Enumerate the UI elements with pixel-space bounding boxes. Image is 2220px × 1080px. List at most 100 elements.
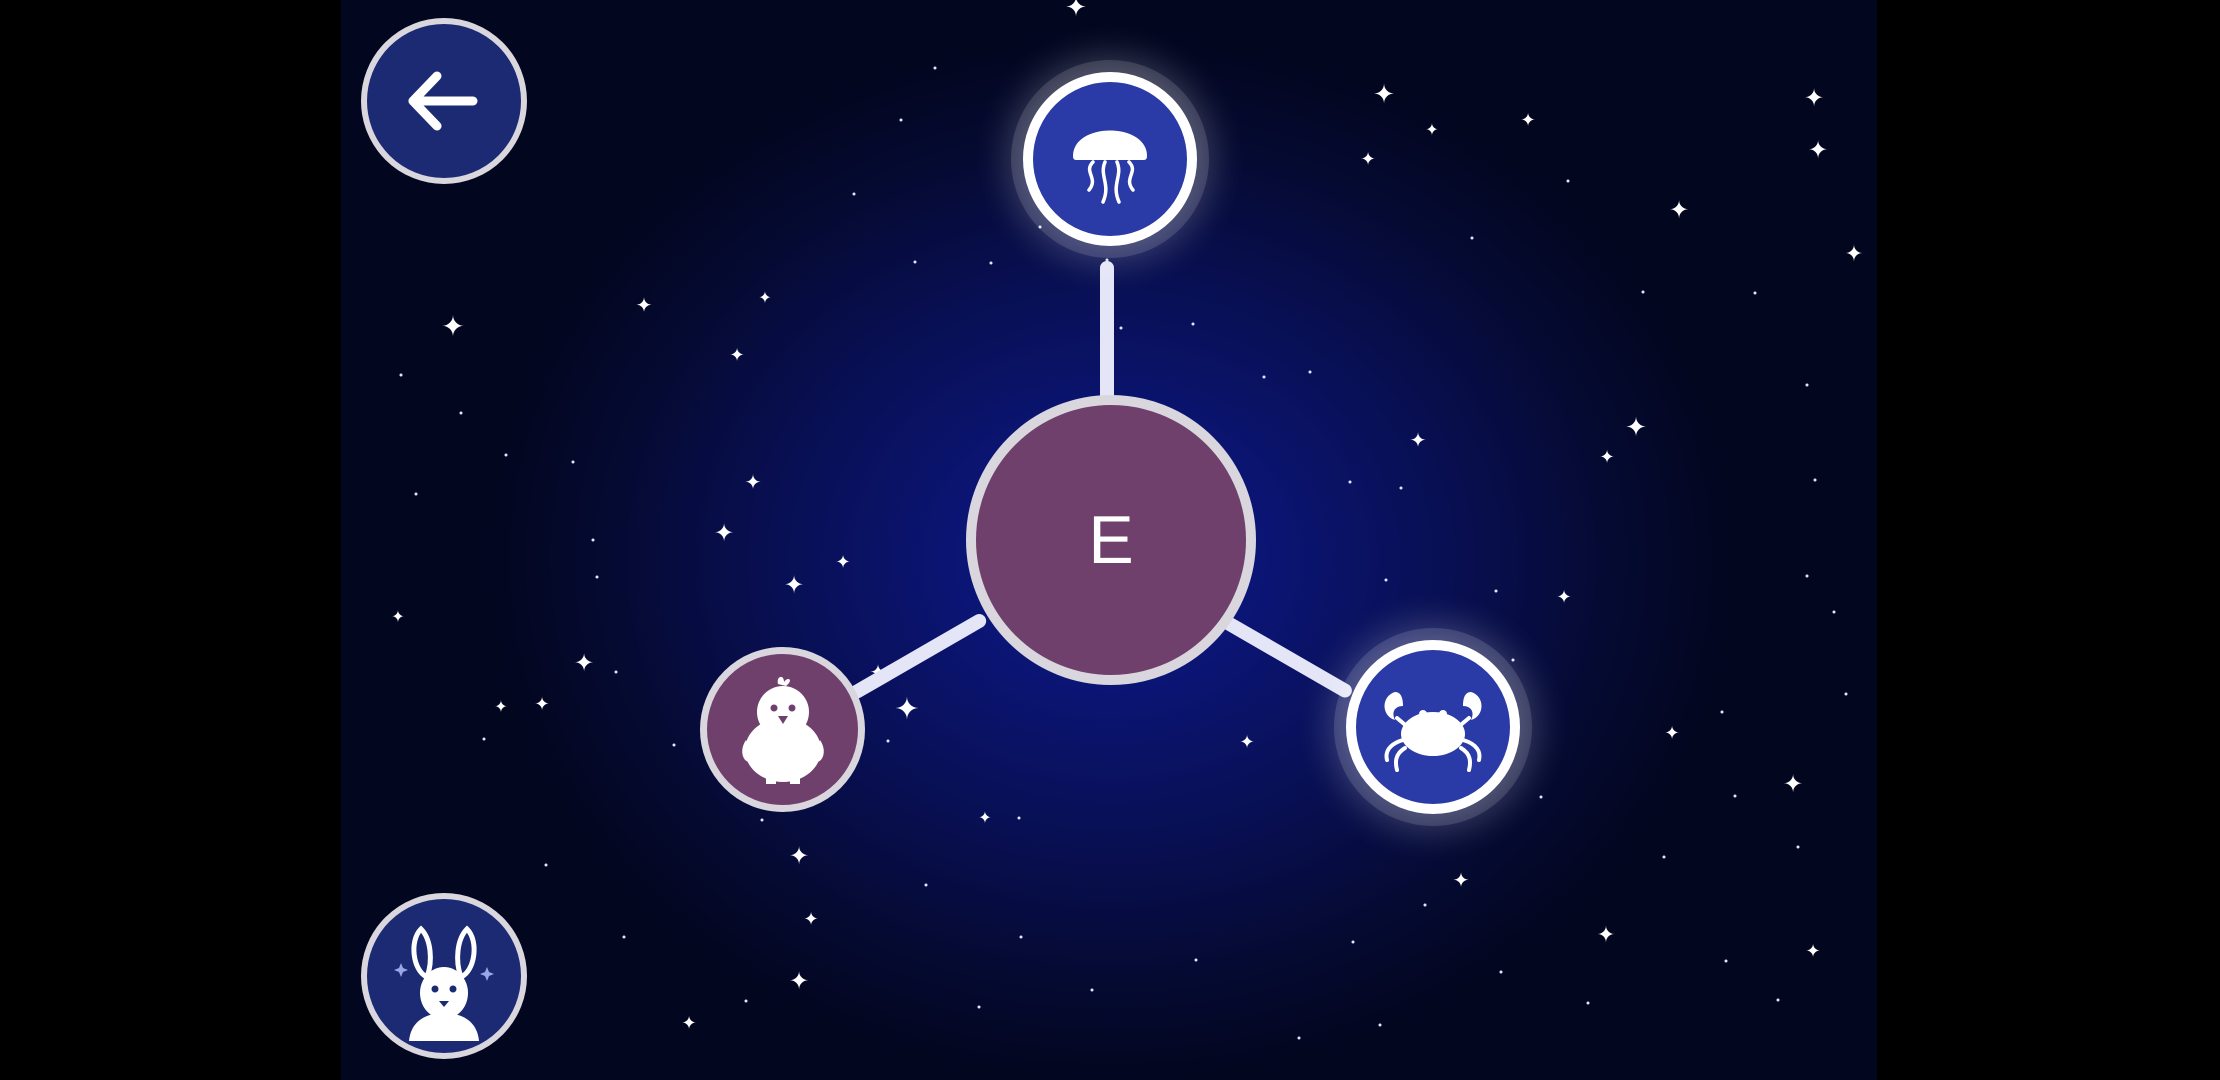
game-stage: ✦✦✦✦✦✦✦✦✦✦✦✦✦✦✦✦✦✦✦✦✦✦✦✦✦✦✦✦✦✦✦✦✦✦✦✦✦✦✦ … xyxy=(341,0,1877,1080)
star-dot xyxy=(414,492,418,496)
star-dot xyxy=(1384,578,1388,582)
star-dot xyxy=(1351,940,1355,944)
star-dot xyxy=(1805,383,1809,387)
star-sparkle-icon: ✦ xyxy=(573,649,595,677)
star-sparkle-icon: ✦ xyxy=(635,293,653,317)
edge-chick xyxy=(847,611,989,702)
star-dot xyxy=(614,670,618,674)
star-dot xyxy=(1019,935,1023,939)
star-sparkle-icon: ✦ xyxy=(978,808,992,827)
crab-icon xyxy=(1384,692,1482,772)
star-sparkle-icon: ✦ xyxy=(1360,149,1376,170)
star-dot xyxy=(459,411,463,415)
crab-node[interactable] xyxy=(1346,640,1520,814)
star-dot xyxy=(1724,959,1728,963)
jellyfish-node[interactable] xyxy=(1023,72,1197,246)
star-dot xyxy=(1511,658,1515,662)
star-dot xyxy=(1499,970,1503,974)
star-sparkle-icon: ✦ xyxy=(1625,413,1647,443)
star-dot xyxy=(1805,574,1809,578)
center-letter-node[interactable]: E xyxy=(966,395,1256,685)
star-dot xyxy=(899,118,903,122)
star-dot xyxy=(1038,225,1042,229)
star-sparkle-icon: ✦ xyxy=(1844,242,1864,267)
star-dot xyxy=(1308,370,1312,374)
star-dot xyxy=(1348,480,1352,484)
star-sparkle-icon: ✦ xyxy=(1805,941,1821,962)
edge-crab xyxy=(1217,612,1355,701)
chick-icon xyxy=(741,676,824,784)
star-dot xyxy=(1586,1001,1590,1005)
star-dot xyxy=(1832,610,1836,614)
star-sparkle-icon: ✦ xyxy=(1599,447,1615,468)
star-dot xyxy=(1844,692,1848,696)
star-dot xyxy=(1641,290,1645,294)
arrow-left-icon xyxy=(408,71,478,131)
star-dot xyxy=(1470,236,1474,240)
star-sparkle-icon: ✦ xyxy=(1409,428,1427,452)
star-dot xyxy=(1776,998,1780,1002)
star-dot xyxy=(1262,375,1266,379)
star-sparkle-icon: ✦ xyxy=(894,692,920,727)
star-dot xyxy=(1733,794,1737,798)
star-dot xyxy=(924,883,928,887)
star-sparkle-icon: ✦ xyxy=(713,519,735,547)
star-sparkle-icon: ✦ xyxy=(494,697,508,716)
chick-node[interactable] xyxy=(700,647,865,812)
star-dot xyxy=(1813,478,1817,482)
star-dot xyxy=(1539,795,1543,799)
star-dot xyxy=(1297,1036,1301,1040)
star-dot xyxy=(504,453,508,457)
star-sparkle-icon: ✦ xyxy=(1425,120,1439,139)
center-letter: E xyxy=(1088,502,1134,578)
star-dot xyxy=(1191,322,1195,326)
star-dot xyxy=(913,260,917,264)
star-dot xyxy=(744,999,748,1003)
star-dot xyxy=(591,538,595,542)
star-sparkle-icon: ✦ xyxy=(744,470,762,494)
star-dot xyxy=(977,1005,981,1009)
star-dot xyxy=(1194,958,1198,962)
star-dot xyxy=(622,935,626,939)
star-sparkle-icon: ✦ xyxy=(1782,770,1804,798)
star-dot xyxy=(933,66,937,70)
star-sparkle-icon: ✦ xyxy=(441,310,465,343)
star-sparkle-icon: ✦ xyxy=(758,288,772,307)
star-dot xyxy=(1378,1023,1382,1027)
star-dot xyxy=(544,863,548,867)
star-sparkle-icon: ✦ xyxy=(788,967,810,995)
star-sparkle-icon: ✦ xyxy=(1239,732,1255,753)
star-sparkle-icon: ✦ xyxy=(1807,136,1829,164)
star-sparkle-icon: ✦ xyxy=(1452,868,1470,892)
star-sparkle-icon: ✦ xyxy=(391,607,405,626)
profile-button[interactable] xyxy=(361,893,527,1059)
star-dot xyxy=(1753,291,1757,295)
star-dot xyxy=(1566,179,1570,183)
back-button[interactable] xyxy=(361,18,527,184)
star-sparkle-icon: ✦ xyxy=(1520,110,1536,131)
rabbit-avatar-icon xyxy=(394,925,494,1041)
star-sparkle-icon: ✦ xyxy=(1065,0,1087,23)
edge-jellyfish xyxy=(1100,261,1114,411)
star-sparkle-icon: ✦ xyxy=(788,842,810,870)
star-dot xyxy=(1494,589,1498,593)
star-dot xyxy=(571,460,575,464)
star-dot xyxy=(1720,710,1724,714)
star-dot xyxy=(1399,486,1403,490)
star-dot xyxy=(1017,816,1021,820)
star-dot xyxy=(1662,855,1666,859)
star-sparkle-icon: ✦ xyxy=(783,571,805,599)
star-sparkle-icon: ✦ xyxy=(835,552,851,573)
star-dot xyxy=(886,739,890,743)
star-dot xyxy=(1090,988,1094,992)
star-dot xyxy=(595,575,599,579)
star-sparkle-icon: ✦ xyxy=(1668,196,1690,224)
star-sparkle-icon: ✦ xyxy=(1556,587,1572,608)
star-dot xyxy=(672,743,676,747)
star-sparkle-icon: ✦ xyxy=(681,1013,697,1034)
star-sparkle-icon: ✦ xyxy=(1664,723,1680,744)
star-dot xyxy=(1423,903,1427,907)
star-dot xyxy=(852,192,856,196)
star-dot xyxy=(1796,845,1800,849)
star-dot xyxy=(760,818,764,822)
